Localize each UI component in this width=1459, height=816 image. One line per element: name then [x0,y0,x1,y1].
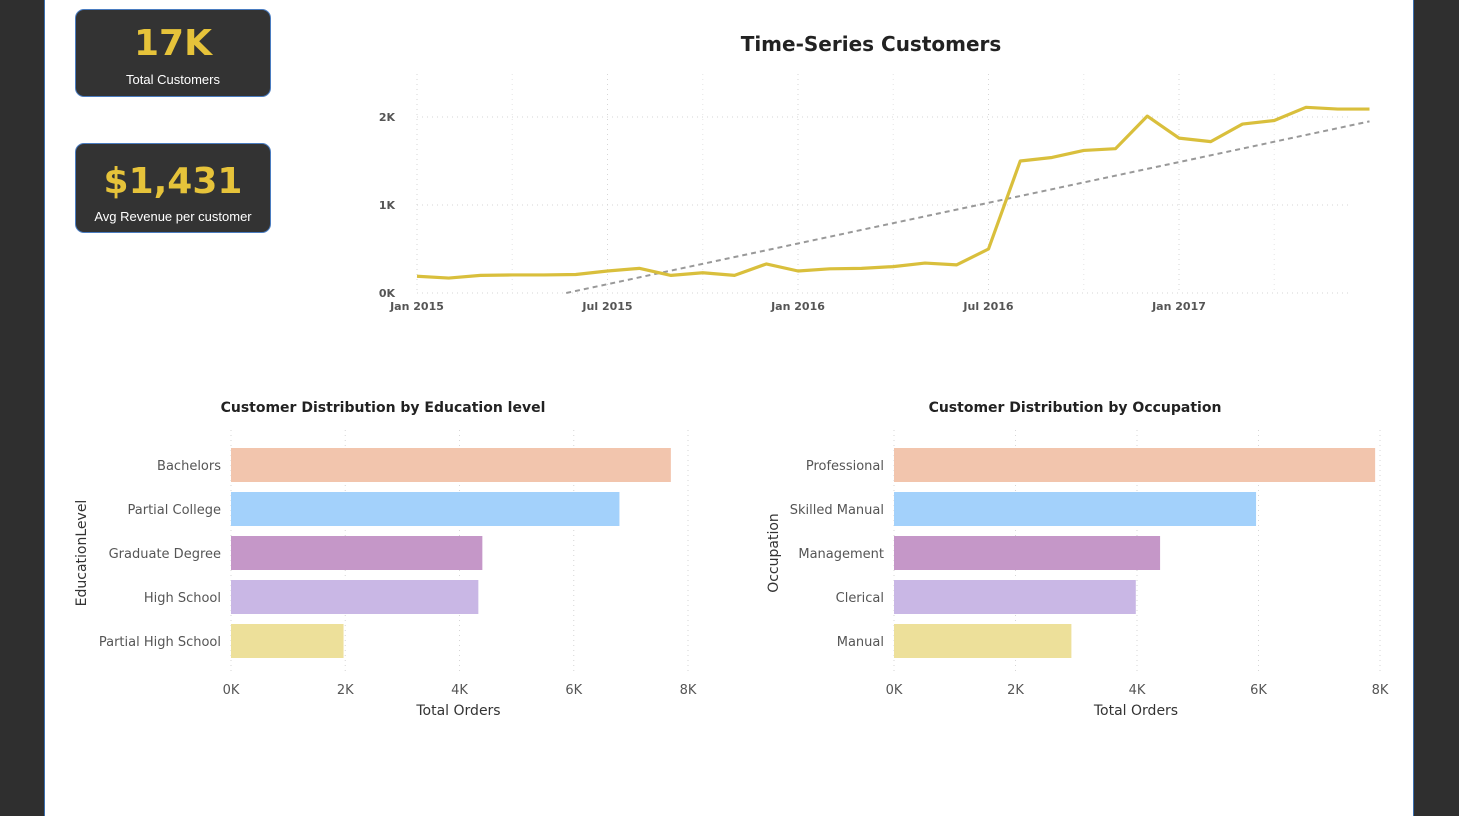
x-tick-label: 8K [1372,683,1389,698]
category-label: Professional [806,459,884,474]
category-label: Skilled Manual [790,503,884,518]
occupation-bar-chart[interactable]: Customer Distribution by Occupation 0K 2K 4… [45,0,1415,816]
bar-chart-title: Customer Distribution by Occupation [929,400,1222,416]
x-tick-label: 4K [1129,683,1146,698]
bar-manual [894,624,1072,658]
category-label: Manual [837,635,884,650]
bar-clerical [894,580,1136,614]
x-tick-label: 6K [1250,683,1267,698]
bar-management [894,536,1161,570]
x-axis-title: Total Orders [1093,703,1178,719]
category-label: Clerical [836,591,884,606]
category-label: Management [798,547,884,562]
report-canvas: 17K Total Customers $1,431 Avg Revenue p… [44,0,1414,816]
bar-professional [894,448,1376,482]
bar-skilled-manual [894,492,1257,526]
y-axis-title: Occupation [766,513,782,593]
x-tick-label: 2K [1007,683,1024,698]
x-tick-label: 0K [886,683,903,698]
